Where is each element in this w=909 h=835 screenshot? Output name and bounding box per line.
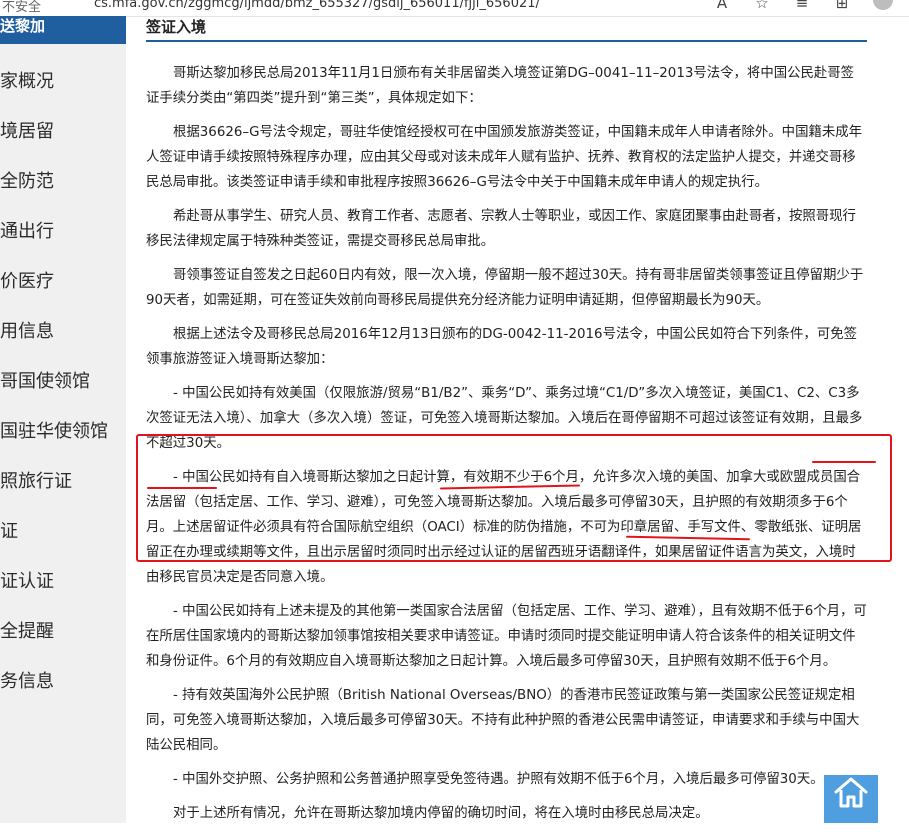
sidebar-item[interactable]: 务信息 xyxy=(0,657,126,707)
read-aloud-icon[interactable]: A xyxy=(713,0,731,12)
sidebar-item[interactable]: 通出行 xyxy=(0,207,126,257)
sidebar-item[interactable]: 全防范 xyxy=(0,157,126,207)
article-paragraph: 哥领事签证自签发之日起60日内有效，限一次入境，停留期一般不超过30天。持有哥非… xyxy=(146,268,864,308)
article-paragraph: 根据上述法令及哥移民总局2016年12月13日颁布的DG-0042-11-201… xyxy=(146,327,857,367)
sidebar-active-item[interactable]: 送黎加 xyxy=(0,16,126,44)
home-icon xyxy=(834,777,868,808)
annotation-underline xyxy=(812,461,876,463)
article-paragraph: 对于上述所有情况，允许在哥斯达黎加境内停留的确切时间，将在入境时由移民总局决定。 xyxy=(173,806,709,821)
article-paragraph: - 中国公民如持有上述未提及的其他第一类国家合法居留（包括定居、工作、学习、避难… xyxy=(146,604,867,669)
article-paragraph: - 中国外交护照、公务护照和公务普通护照享受免签待遇。护照有效期不低于6个月，入… xyxy=(173,772,824,787)
sidebar-item[interactable]: 证 xyxy=(0,507,126,557)
main-content: 签证入境 哥斯达黎加移民总局2013年11月1日颁布有关非居留类入境签证第DG–… xyxy=(146,16,867,835)
article-paragraph: 希赴哥从事学生、研究人员、教育工作者、志愿者、宗教人士等职业，或因工作、家庭团聚… xyxy=(146,209,856,249)
sidebar-item[interactable]: 家概况 xyxy=(0,57,126,107)
sidebar-items: 家概况 境居留 全防范 通出行 价医疗 用信息 哥国使领馆 国驻华使领馆 照旅行… xyxy=(0,57,126,707)
profile-icon[interactable] xyxy=(873,0,893,10)
article-paragraph: - 持有效英国海外公民护照（British National Overseas/… xyxy=(146,688,860,753)
sidebar-nav: 送黎加 家概况 境居留 全防范 通出行 价医疗 用信息 哥国使领馆 国驻华使领馆… xyxy=(0,16,126,823)
article-paragraph: 根据36626–G号法令规定，哥驻华使馆经授权可在中国颁发旅游类签证，中国籍未成… xyxy=(146,125,863,190)
add-favorite-icon[interactable]: ☆ xyxy=(753,0,771,12)
sidebar-item[interactable]: 国驻华使领馆 xyxy=(0,407,126,457)
annotation-highlight-box xyxy=(136,434,892,562)
sidebar-item[interactable]: 照旅行证 xyxy=(0,457,126,507)
sidebar-item[interactable]: 证认证 xyxy=(0,557,126,607)
home-button[interactable] xyxy=(824,775,878,823)
sidebar-item[interactable]: 价医疗 xyxy=(0,257,126,307)
collections-icon[interactable]: ⊞ xyxy=(833,0,851,12)
browser-address-bar: 不安全 cs.mfa.gov.cn/zggmcg/ljmdd/bmz_65532… xyxy=(0,0,909,17)
browser-toolbar: A ☆ ≡ ⊞ xyxy=(713,0,893,12)
sidebar-item[interactable]: 用信息 xyxy=(0,307,126,357)
security-warning[interactable]: 不安全 xyxy=(2,0,41,15)
section-title: 签证入境 xyxy=(146,16,867,42)
favorites-icon[interactable]: ≡ xyxy=(793,0,811,12)
address-url[interactable]: cs.mfa.gov.cn/zggmcg/ljmdd/bmz_655327/gs… xyxy=(94,0,540,11)
article-paragraph: 哥斯达黎加移民总局2013年11月1日颁布有关非居留类入境签证第DG–0041–… xyxy=(146,66,855,106)
sidebar-item[interactable]: 哥国使领馆 xyxy=(0,357,126,407)
sidebar-item[interactable]: 境居留 xyxy=(0,107,126,157)
sidebar-item[interactable]: 全提醒 xyxy=(0,607,126,657)
annotation-underline xyxy=(147,487,217,489)
